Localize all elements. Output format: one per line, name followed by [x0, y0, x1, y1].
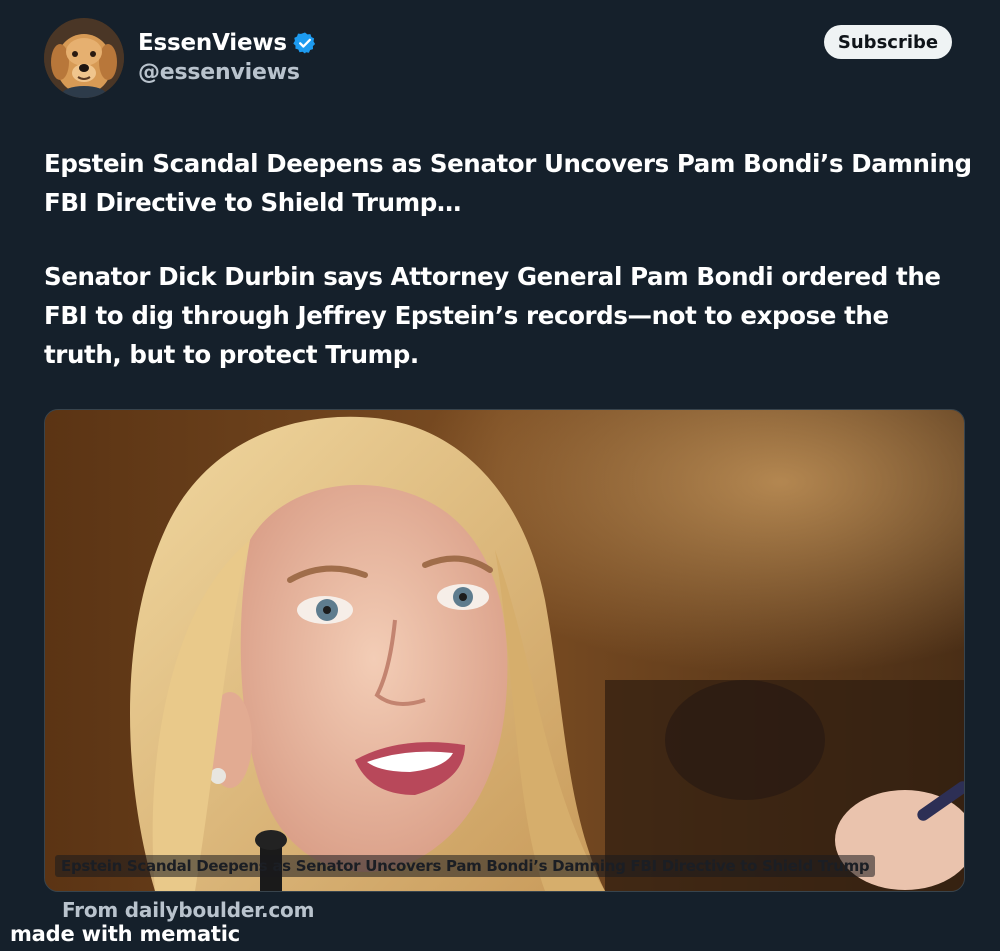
- media-card[interactable]: Epstein Scandal Deepens as Senator Uncov…: [44, 409, 965, 892]
- avatar[interactable]: [44, 18, 124, 98]
- display-name[interactable]: EssenViews: [138, 30, 287, 56]
- woman-speaking-at-hearing-photo: [45, 410, 964, 891]
- media-caption: Epstein Scandal Deepens as Senator Uncov…: [55, 855, 876, 877]
- subscribe-button[interactable]: Subscribe: [824, 25, 952, 59]
- watermark: made with mematic: [10, 922, 240, 946]
- post-paragraph-headline: Epstein Scandal Deepens as Senator Uncov…: [44, 149, 972, 217]
- golden-retriever-avatar-icon: [44, 18, 124, 98]
- handle[interactable]: @essenviews: [138, 60, 300, 85]
- post-paragraph-body: Senator Dick Durbin says Attorney Genera…: [44, 262, 941, 369]
- verified-badge-icon: [293, 31, 317, 55]
- author-row: EssenViews: [138, 26, 317, 60]
- link-source[interactable]: From dailyboulder.com: [62, 898, 314, 922]
